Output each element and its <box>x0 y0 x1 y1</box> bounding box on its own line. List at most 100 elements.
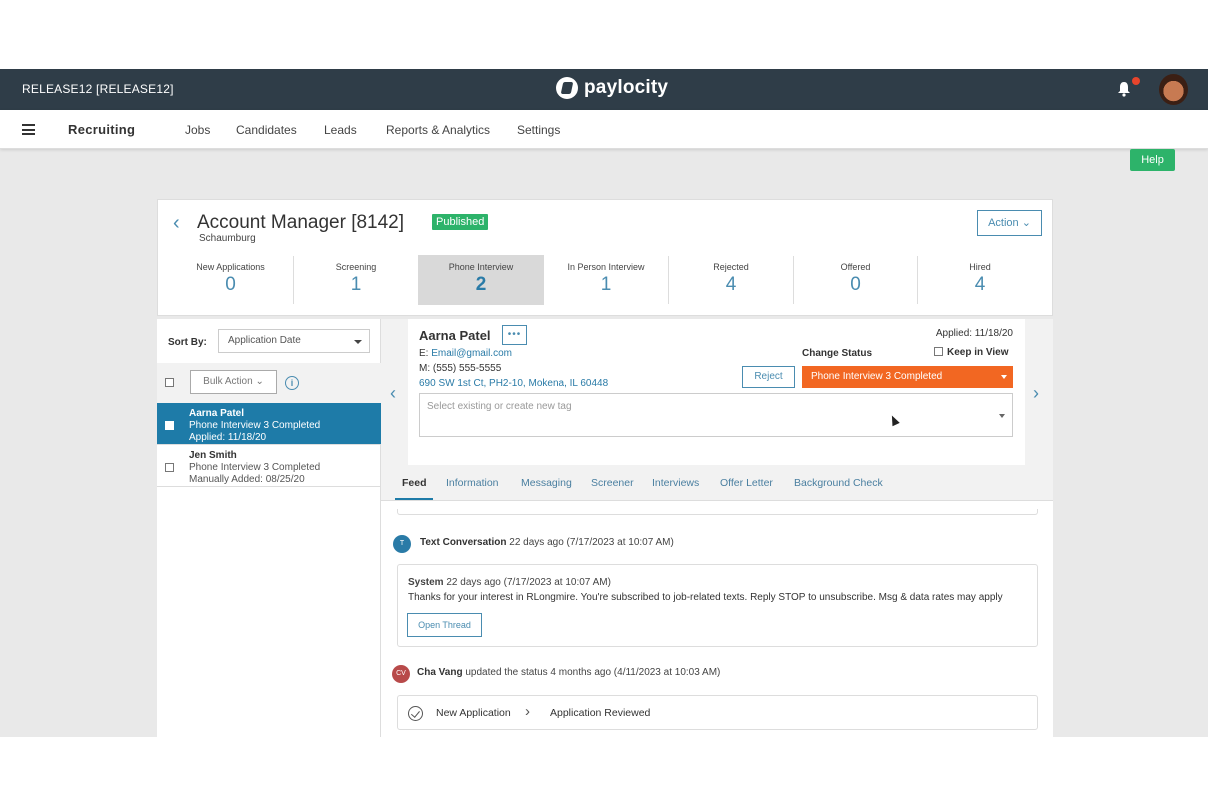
top-bar: RELEASE12 [RELEASE12] paylocity <box>0 69 1208 110</box>
caret-down-icon <box>354 340 362 344</box>
pipeline-screening[interactable]: Screening 1 <box>294 255 418 305</box>
tab-information[interactable]: Information <box>446 477 499 489</box>
pipeline-label: Rejected <box>713 262 749 272</box>
address-link[interactable]: 690 SW 1st Ct, PH2-10, Mokena, IL 60448 <box>419 378 608 389</box>
active-tab-indicator <box>395 498 433 500</box>
pipeline-rejected[interactable]: Rejected 4 <box>669 255 793 305</box>
select-all-checkbox[interactable] <box>165 378 174 387</box>
candidate-address: 690 SW 1st Ct, PH2-10, Mokena, IL 60448 <box>419 378 608 389</box>
tab-offer-letter[interactable]: Offer Letter <box>720 477 773 489</box>
chevron-down-icon: ⌄ <box>1021 217 1031 229</box>
chevron-right-icon: › <box>525 703 530 720</box>
pipeline-count: 1 <box>350 274 362 295</box>
tab-messaging[interactable]: Messaging <box>521 477 572 489</box>
bulk-action-button[interactable]: Bulk Action ⌄ <box>190 370 277 394</box>
pipeline-label: Phone Interview <box>448 262 514 272</box>
bulk-action-label: Bulk Action <box>203 376 253 387</box>
nav-brand[interactable]: Recruiting <box>68 122 135 137</box>
action-label: Action <box>988 217 1019 229</box>
back-chevron-icon[interactable]: ‹ <box>173 212 180 235</box>
message-sender: System <box>408 577 444 588</box>
job-location: Schaumburg <box>199 233 256 244</box>
pipeline-offered[interactable]: Offered 0 <box>794 255 917 305</box>
tab-screener[interactable]: Screener <box>591 477 634 489</box>
bell-icon[interactable] <box>1117 81 1131 97</box>
feed-previous-item <box>397 509 1038 515</box>
status-to: Application Reviewed <box>550 707 651 719</box>
nav-item-settings[interactable]: Settings <box>517 123 560 137</box>
caret-down-icon <box>999 414 1005 418</box>
candidate-checkbox[interactable] <box>165 421 174 430</box>
next-candidate-icon[interactable]: › <box>1033 383 1039 404</box>
pipeline-hired[interactable]: Hired 4 <box>918 255 1042 305</box>
candidate-name: Aarna Patel <box>189 408 245 419</box>
chevron-down-icon: ⌄ <box>255 376 264 387</box>
message-meta: System 22 days ago (7/17/2023 at 10:07 A… <box>408 577 611 588</box>
more-options-button[interactable]: ••• <box>502 325 527 345</box>
pipeline-count: 2 <box>475 274 487 295</box>
message-body: Thanks for your interest in RLongmire. Y… <box>408 592 1003 603</box>
text-conversation-title: Text Conversation 22 days ago (7/17/2023… <box>420 537 674 548</box>
candidate-date: Manually Added: 08/25/20 <box>189 474 305 485</box>
paylocity-logo[interactable]: paylocity <box>556 77 668 99</box>
hamburger-menu-icon[interactable] <box>22 124 35 135</box>
candidate-header: ‹ › Aarna Patel ••• E: Email@gmail.com M… <box>381 319 1053 465</box>
pipeline-label: Hired <box>969 262 991 272</box>
prev-candidate-icon[interactable]: ‹ <box>390 383 396 404</box>
nav-item-jobs[interactable]: Jobs <box>185 123 210 137</box>
status-select[interactable]: Phone Interview 3 Completed <box>802 366 1013 388</box>
pipeline-count: 4 <box>974 274 986 295</box>
text-conversation-avatar: T <box>393 535 411 553</box>
tab-interviews[interactable]: Interviews <box>652 477 699 489</box>
status-update-user: Cha Vang <box>417 667 463 678</box>
change-status-label: Change Status <box>802 348 873 359</box>
tag-placeholder: Select existing or create new tag <box>427 401 572 412</box>
release-label: RELEASE12 [RELEASE12] <box>22 82 174 96</box>
candidate-list-panel: Sort By: Application Date Bulk Action ⌄ … <box>157 319 381 737</box>
nav-item-reports[interactable]: Reports & Analytics <box>386 123 490 137</box>
sort-select[interactable]: Application Date <box>218 329 370 353</box>
feed-title-label: Text Conversation <box>420 537 507 548</box>
pipeline-count: 0 <box>850 274 861 295</box>
help-button[interactable]: Help <box>1130 149 1175 171</box>
tab-feed[interactable]: Feed <box>402 477 427 489</box>
candidate-row[interactable]: Jen Smith Phone Interview 3 Completed Ma… <box>157 445 381 487</box>
candidate-name: Jen Smith <box>189 450 237 461</box>
candidate-summary: Aarna Patel ••• E: Email@gmail.com M: (5… <box>408 319 1025 465</box>
status-change-card: New Application › Application Reviewed <box>397 695 1038 730</box>
reject-button[interactable]: Reject <box>742 366 795 388</box>
nav-bar: Recruiting Jobs Candidates Leads Reports… <box>0 110 1208 149</box>
status-from: New Application <box>436 707 511 719</box>
info-icon[interactable]: i <box>285 376 299 390</box>
pipeline-count: 1 <box>600 274 612 295</box>
candidate-checkbox[interactable] <box>165 463 174 472</box>
tag-input[interactable]: Select existing or create new tag <box>419 393 1013 437</box>
candidate-status: Phone Interview 3 Completed <box>189 420 321 431</box>
pipeline-phone-interview[interactable]: Phone Interview 2 <box>418 255 544 305</box>
cha-vang-avatar: CV <box>392 665 410 683</box>
tab-background-check[interactable]: Background Check <box>794 477 883 489</box>
status-value: Phone Interview 3 Completed <box>811 371 943 382</box>
job-title: Account Manager [8142] <box>197 212 405 233</box>
applied-date: Applied: 11/18/20 <box>935 328 1013 339</box>
nav-item-leads[interactable]: Leads <box>324 123 357 137</box>
bulk-action-row: Bulk Action ⌄ i <box>157 363 381 403</box>
keep-in-view-checkbox[interactable] <box>934 347 943 356</box>
message-card: System 22 days ago (7/17/2023 at 10:07 A… <box>397 564 1038 647</box>
nav-item-candidates[interactable]: Candidates <box>236 123 297 137</box>
action-button[interactable]: Action ⌄ <box>977 210 1042 236</box>
pipeline-in-person-interview[interactable]: In Person Interview 1 <box>544 255 668 305</box>
feed-time: 22 days ago (7/17/2023 at 10:07 AM) <box>509 537 674 548</box>
candidate-status: Phone Interview 3 Completed <box>189 462 321 473</box>
candidate-row[interactable]: Aarna Patel Phone Interview 3 Completed … <box>157 403 381 445</box>
email-link[interactable]: Email@gmail.com <box>431 348 512 359</box>
pipeline-label: In Person Interview <box>567 262 645 272</box>
user-avatar[interactable] <box>1159 74 1188 105</box>
pipeline-new-applications[interactable]: New Applications 0 <box>168 255 293 305</box>
candidate-full-name: Aarna Patel <box>419 328 491 343</box>
logo-text: paylocity <box>584 77 669 98</box>
keep-in-view[interactable]: Keep in View <box>934 347 1009 358</box>
status-update-title: Cha Vang updated the status 4 months ago… <box>417 667 720 678</box>
open-thread-button[interactable]: Open Thread <box>407 613 482 637</box>
job-header-card: ‹ Account Manager [8142] Schaumburg Publ… <box>157 199 1053 316</box>
